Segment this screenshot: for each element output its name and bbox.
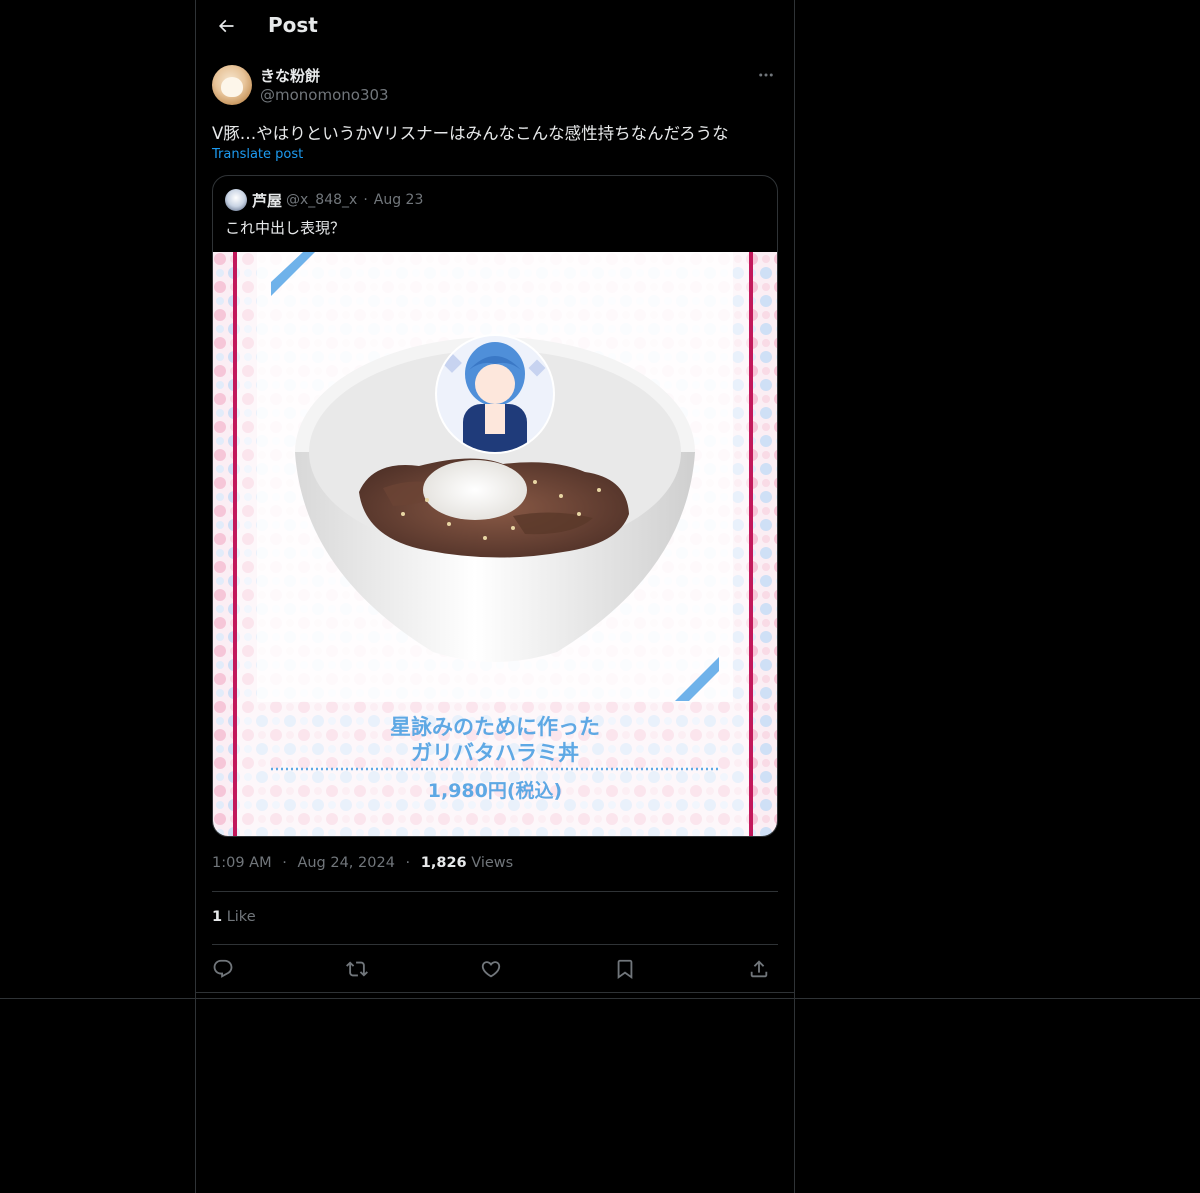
quoted-post-text: これ中出し表現？ — [225, 219, 346, 237]
post-date[interactable]: Aug 24, 2024 — [297, 855, 395, 871]
divider — [196, 992, 794, 993]
share-button[interactable] — [745, 955, 773, 983]
image-title-line1: 星詠みのために作った — [390, 715, 600, 739]
post-author: きな粉餅 @monomono303 — [212, 65, 778, 107]
avatar[interactable] — [212, 65, 252, 105]
quoted-avatar — [225, 189, 247, 211]
views-label: Views — [471, 855, 514, 871]
quoted-post[interactable]: 芦屋 @x_848_x · Aug 23 これ中出し表現？ 星詠みのために作った… — [212, 175, 778, 837]
divider — [212, 891, 778, 892]
action-bar — [212, 955, 778, 983]
likes-count: 1 — [212, 909, 223, 925]
like-button[interactable] — [477, 955, 505, 983]
header: Post — [196, 0, 794, 54]
views-count: 1,826 — [420, 855, 467, 871]
image-price: 1,980円(税込) — [428, 779, 562, 802]
image-title-line2: ガリバタハラミ丼 — [411, 741, 579, 765]
main-column: Post きな粉餅 @monomono303 V豚…やはりというかVリスナーはみ… — [195, 0, 795, 1193]
quoted-date: Aug 23 — [373, 192, 424, 208]
reply-icon — [213, 959, 233, 978]
meta-separator: · — [405, 855, 411, 871]
quoted-author-name: 芦屋 — [252, 191, 283, 210]
author-handle[interactable]: @monomono303 — [260, 86, 389, 104]
back-button[interactable] — [208, 8, 244, 44]
translate-post-link[interactable]: Translate post — [212, 147, 303, 162]
post-time[interactable]: 1:09 AM — [212, 855, 272, 871]
page-title: Post — [268, 13, 318, 37]
repost-icon — [346, 961, 368, 977]
reply-button[interactable] — [209, 955, 237, 983]
bookmark-icon — [617, 959, 633, 980]
post-text: V豚…やはりというかVリスナーはみんなこんな感性持ちなんだろうな — [212, 124, 729, 143]
divider — [212, 944, 778, 945]
likes-label: Like — [226, 909, 256, 925]
likes-stat[interactable]: 1 Like — [212, 909, 256, 925]
separator-dot: · — [363, 192, 368, 208]
author-display-name[interactable]: きな粉餅 — [260, 65, 320, 86]
divider — [0, 998, 1200, 999]
bookmark-button[interactable] — [611, 955, 639, 983]
meta-separator: · — [282, 855, 287, 871]
quoted-media-image[interactable]: 星詠みのために作った ガリバタハラミ丼 1,980円(税込) — [213, 252, 777, 836]
quoted-author-handle: @x_848_x — [286, 192, 358, 208]
arrow-left-icon — [218, 19, 234, 33]
post-meta: 1:09 AM · Aug 24, 2024 · 1,826 Views — [212, 855, 513, 871]
share-icon — [750, 960, 768, 978]
more-horizontal-icon — [759, 73, 773, 77]
like-icon — [481, 961, 501, 978]
repost-button[interactable] — [343, 955, 371, 983]
quoted-post-header: 芦屋 @x_848_x · Aug 23 — [225, 188, 423, 212]
more-button[interactable] — [754, 65, 778, 85]
